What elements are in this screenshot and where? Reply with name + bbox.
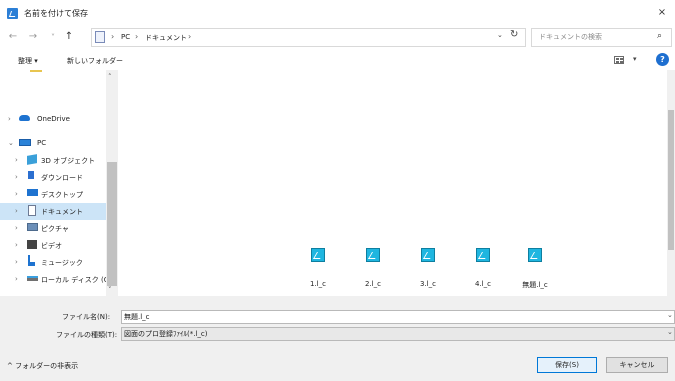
sidebar-item-label: デスクトップ bbox=[41, 191, 83, 199]
chevron-right-icon[interactable]: › bbox=[15, 173, 18, 181]
file-icon bbox=[476, 248, 490, 262]
chevron-down-icon[interactable]: ⌄ bbox=[667, 311, 673, 319]
sidebar-item-label: ドキュメント bbox=[41, 208, 83, 216]
scroll-up-icon[interactable]: ˄ bbox=[108, 73, 112, 81]
file-item[interactable]: 無題.l_c bbox=[515, 248, 555, 289]
cloud-icon bbox=[19, 115, 30, 121]
file-icon bbox=[366, 248, 380, 262]
file-name: 無題.l_c bbox=[522, 281, 548, 289]
breadcrumb-separator: › bbox=[111, 32, 115, 41]
folder-icon bbox=[95, 31, 105, 43]
folder-icon bbox=[30, 70, 42, 72]
recent-locations-button[interactable]: ˅ bbox=[46, 31, 60, 45]
filetype-label: ファイルの種類(T): bbox=[56, 331, 118, 339]
pc-icon bbox=[19, 139, 31, 146]
file-item[interactable]: 1.l_c bbox=[298, 248, 338, 288]
chevron-right-icon[interactable]: › bbox=[15, 207, 18, 215]
new-folder-button[interactable]: 新しいフォルダー bbox=[67, 56, 123, 66]
sidebar-item-label: ピクチャ bbox=[41, 225, 69, 233]
sidebar-item-pc[interactable]: ⌄ PC bbox=[0, 135, 106, 152]
chevron-right-icon[interactable]: › bbox=[15, 275, 18, 283]
file-icon bbox=[421, 248, 435, 262]
file-item[interactable]: 3.l_c bbox=[408, 248, 448, 288]
sidebar-item-local-disk[interactable]: › ローカル ディスク (C bbox=[0, 271, 109, 288]
view-options-caret[interactable]: ▾ bbox=[633, 55, 637, 63]
sidebar-item-label: ダウンロード bbox=[41, 174, 83, 182]
file-list[interactable] bbox=[120, 70, 668, 296]
file-icon bbox=[528, 248, 542, 262]
file-name: 4.l_c bbox=[475, 280, 491, 288]
refresh-icon[interactable]: ↻ bbox=[510, 29, 518, 40]
file-name: 1.l_c bbox=[310, 280, 326, 288]
disk-icon bbox=[27, 276, 38, 281]
close-button[interactable]: × bbox=[655, 6, 669, 20]
filename-label: ファイル名(N): bbox=[62, 313, 111, 321]
music-icon bbox=[28, 255, 35, 266]
sidebar-item-label: ローカル ディスク (C bbox=[41, 276, 109, 284]
picture-icon bbox=[27, 223, 38, 231]
sidebar-item-music[interactable]: › ミュージック bbox=[0, 254, 106, 271]
chevron-right-icon[interactable]: › bbox=[15, 190, 18, 198]
help-icon[interactable]: ? bbox=[656, 53, 669, 66]
cube-icon bbox=[27, 154, 37, 165]
chevron-right-icon[interactable]: › bbox=[15, 258, 18, 266]
document-icon bbox=[28, 205, 36, 216]
sidebar-item-label: PC bbox=[37, 139, 47, 147]
chevron-right-icon[interactable]: › bbox=[8, 115, 11, 123]
address-dropdown-icon[interactable]: ⌄ bbox=[497, 31, 503, 39]
breadcrumb-separator: › bbox=[188, 32, 192, 41]
file-name: 2.l_c bbox=[365, 280, 381, 288]
breadcrumb-separator: › bbox=[135, 32, 139, 41]
back-button[interactable]: ← bbox=[6, 30, 20, 44]
video-icon bbox=[27, 240, 37, 249]
download-icon bbox=[28, 171, 34, 179]
search-icon[interactable]: ⌕ bbox=[657, 31, 662, 41]
desktop-icon bbox=[27, 189, 38, 196]
chevron-right-icon[interactable]: › bbox=[15, 224, 18, 232]
sidebar-item-label: 3D オブジェクト bbox=[41, 157, 96, 165]
cancel-button[interactable]: キャンセル bbox=[606, 357, 668, 373]
filename-field[interactable]: 無題.l_c bbox=[121, 310, 675, 324]
sidebar-item-label: OneDrive bbox=[37, 115, 70, 123]
file-item[interactable]: 2.l_c bbox=[353, 248, 393, 288]
sidebar-item-label: ビデオ bbox=[41, 242, 62, 250]
breadcrumb-documents[interactable]: ドキュメント bbox=[145, 33, 187, 43]
search-placeholder: ドキュメントの検索 bbox=[539, 33, 602, 41]
chevron-right-icon[interactable]: › bbox=[15, 156, 18, 164]
filetype-select[interactable]: 図面のプロ登録ﾌｧｲﾙ(*.l_c) bbox=[121, 327, 675, 341]
hide-folders-button[interactable]: ^ フォルダーの非表示 bbox=[7, 361, 78, 371]
nav-scrollbar-thumb[interactable] bbox=[107, 162, 117, 286]
sidebar-item-videos[interactable]: › ビデオ bbox=[0, 237, 106, 254]
scroll-down-icon[interactable]: ˅ bbox=[108, 286, 112, 294]
chevron-right-icon[interactable]: › bbox=[15, 241, 18, 249]
breadcrumb-pc[interactable]: PC bbox=[121, 33, 130, 41]
file-icon bbox=[311, 248, 325, 262]
view-options-icon[interactable] bbox=[614, 56, 624, 64]
file-name: 3.l_c bbox=[420, 280, 436, 288]
sidebar-item-onedrive[interactable]: › OneDrive bbox=[0, 111, 106, 128]
forward-button[interactable]: → bbox=[26, 30, 40, 44]
organize-button[interactable]: 整理 ▾ bbox=[18, 56, 38, 66]
app-icon bbox=[7, 8, 18, 19]
sidebar-item-3d-objects[interactable]: › 3D オブジェクト bbox=[0, 152, 106, 169]
content-scrollbar-thumb[interactable] bbox=[668, 110, 674, 250]
sidebar-item-documents[interactable]: › ドキュメント bbox=[0, 203, 106, 220]
sidebar-item-pictures[interactable]: › ピクチャ bbox=[0, 220, 106, 237]
title-bar bbox=[0, 0, 675, 28]
save-button[interactable]: 保存(S) bbox=[537, 357, 597, 373]
file-item[interactable]: 4.l_c bbox=[463, 248, 503, 288]
chevron-down-icon[interactable]: ⌄ bbox=[667, 328, 673, 336]
chevron-down-icon[interactable]: ⌄ bbox=[8, 139, 14, 147]
window-title: 名前を付けて保存 bbox=[24, 9, 88, 18]
sidebar-item-desktop[interactable]: › デスクトップ bbox=[0, 186, 106, 203]
up-button[interactable]: ↑ bbox=[62, 30, 76, 44]
sidebar-item-downloads[interactable]: › ダウンロード bbox=[0, 169, 106, 186]
sidebar-item-label: ミュージック bbox=[41, 259, 83, 267]
